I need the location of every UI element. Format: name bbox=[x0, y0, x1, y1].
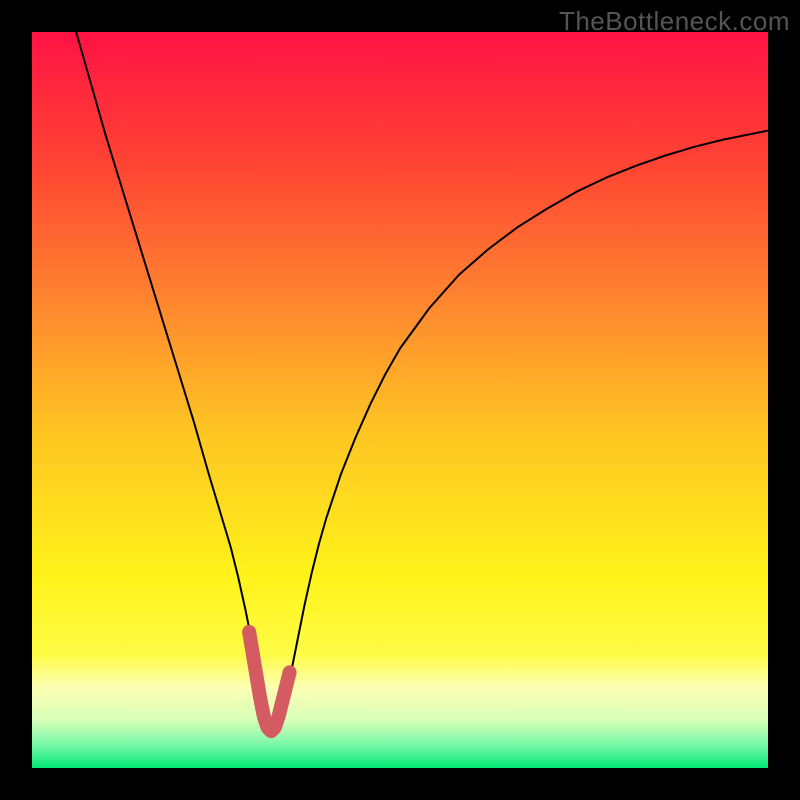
chart-svg bbox=[32, 32, 768, 768]
chart-frame: TheBottleneck.com bbox=[0, 0, 800, 800]
chart-plot-area bbox=[32, 32, 768, 768]
chart-background bbox=[32, 32, 768, 768]
